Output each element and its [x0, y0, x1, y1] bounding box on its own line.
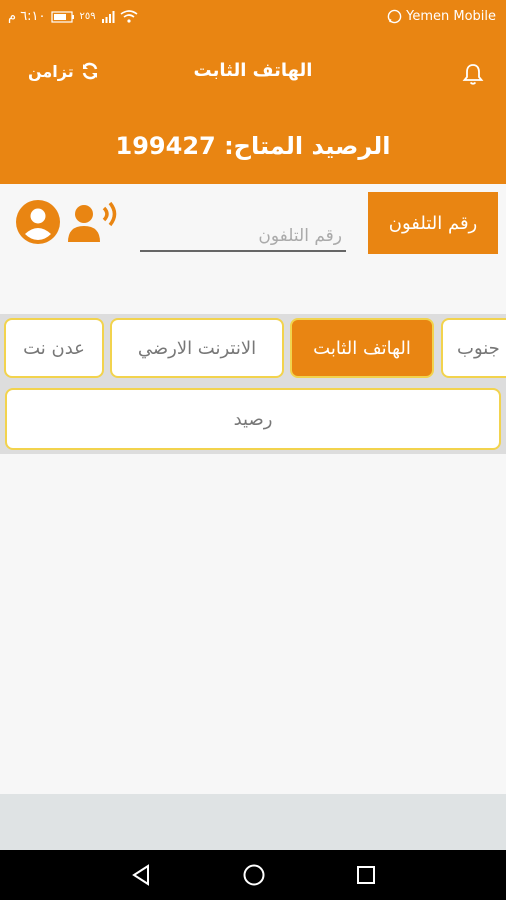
footer-strip — [0, 794, 506, 850]
tab-landline-label: الهاتف الثابت — [313, 337, 411, 359]
tab-south[interactable]: جنوب — [441, 318, 506, 378]
back-icon[interactable] — [130, 863, 152, 887]
voice-input-icon[interactable] — [66, 198, 122, 246]
balance-value: 199427 — [115, 132, 216, 160]
tab-land-internet[interactable]: الانترنت الارضي — [110, 318, 284, 378]
carrier-name: Yemen Mobile — [406, 9, 496, 24]
balance-option-label: رصيد — [233, 408, 273, 430]
recent-apps-icon[interactable] — [355, 863, 377, 887]
tab-land-internet-label: الانترنت الارضي — [137, 337, 257, 359]
phone-number-button-label: رقم التلفون — [388, 212, 478, 234]
app-bar: تزامن الهاتف الثابت الرصيد المتاح: 19942… — [0, 36, 506, 184]
tab-south-label: جنوب — [457, 337, 500, 359]
clock: ٦:١٠ م — [8, 9, 46, 24]
tab-aden-net-label: عدن نت — [23, 337, 85, 359]
phone-number-button[interactable]: رقم التلفون — [368, 192, 498, 254]
page-title: الهاتف الثابت — [193, 60, 313, 81]
carrier-info: Yemen Mobile — [387, 9, 496, 24]
data-speed: ٢٥٩ — [79, 11, 96, 22]
balance-display: الرصيد المتاح: 199427 — [0, 132, 506, 160]
home-icon[interactable] — [242, 863, 266, 887]
category-tabs: جنوب الهاتف الثابت الانترنت الارضي عدن ن… — [0, 314, 506, 454]
tab-landline[interactable]: الهاتف الثابت — [290, 318, 434, 378]
system-nav-bar — [0, 850, 506, 900]
signal-icon — [101, 10, 115, 23]
status-bar: Yemen Mobile ٦:١٠ م ٢٥٩ — [0, 0, 506, 36]
balance-label: الرصيد المتاح: — [224, 132, 391, 160]
tab-aden-net[interactable]: عدن نت — [4, 318, 104, 378]
bell-icon[interactable] — [462, 62, 484, 86]
contact-icon[interactable] — [14, 198, 62, 246]
balance-option[interactable]: رصيد — [5, 388, 501, 450]
battery-icon — [50, 10, 74, 23]
content-area — [0, 454, 506, 794]
system-indicators: ٦:١٠ م ٢٥٩ — [8, 9, 138, 24]
wifi-icon — [120, 10, 138, 23]
whatsapp-icon — [387, 9, 402, 24]
phone-number-input[interactable] — [140, 222, 346, 252]
